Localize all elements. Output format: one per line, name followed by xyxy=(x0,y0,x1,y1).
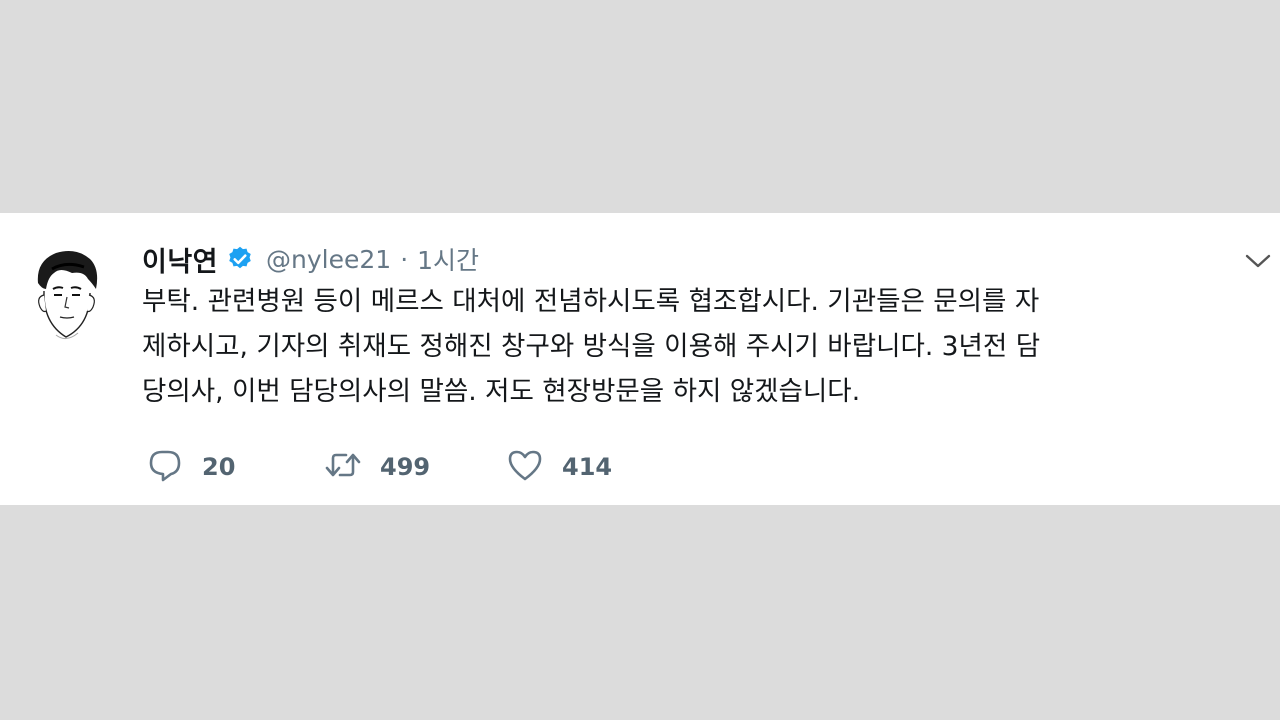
verified-badge-icon xyxy=(226,245,254,273)
tweet-timestamp[interactable]: 1시간 xyxy=(417,241,479,277)
tweet-actions: 20 499 414 xyxy=(146,447,666,487)
tweet-text: 부탁. 관련병원 등이 메르스 대처에 전념하시도록 협조합시다. 기관들은 문… xyxy=(142,279,1272,411)
tweet-card: 이낙연 @nylee21 · 1시간 부탁. 관련병원 등이 메르스 대처에 전… xyxy=(0,213,1280,505)
like-count: 414 xyxy=(562,453,613,481)
avatar[interactable] xyxy=(26,243,106,353)
tweet-header: 이낙연 @nylee21 · 1시간 xyxy=(142,239,479,279)
like-button[interactable]: 414 xyxy=(506,446,666,488)
heart-icon xyxy=(506,446,544,488)
tweet-text-line: 제하시고, 기자의 취재도 정해진 창구와 방식을 이용해 주시기 바랍니다. … xyxy=(142,331,1041,362)
tweet-text-line: 당의사, 이번 담당의사의 말씀. 저도 현장방문을 하지 않겠습니다. xyxy=(142,376,861,407)
retweet-button[interactable]: 499 xyxy=(324,446,506,488)
avatar-illustration xyxy=(37,251,98,339)
reply-count: 20 xyxy=(202,453,236,481)
retweet-count: 499 xyxy=(380,453,431,481)
author-name[interactable]: 이낙연 xyxy=(142,240,218,279)
separator-dot: · xyxy=(400,244,409,274)
chevron-down-icon[interactable] xyxy=(1242,249,1274,273)
reply-icon xyxy=(146,446,184,488)
author-handle[interactable]: @nylee21 xyxy=(266,245,391,274)
retweet-icon xyxy=(324,446,362,488)
reply-button[interactable]: 20 xyxy=(146,446,324,488)
tweet-text-line: 부탁. 관련병원 등이 메르스 대처에 전념하시도록 협조합시다. 기관들은 문… xyxy=(142,286,1040,317)
